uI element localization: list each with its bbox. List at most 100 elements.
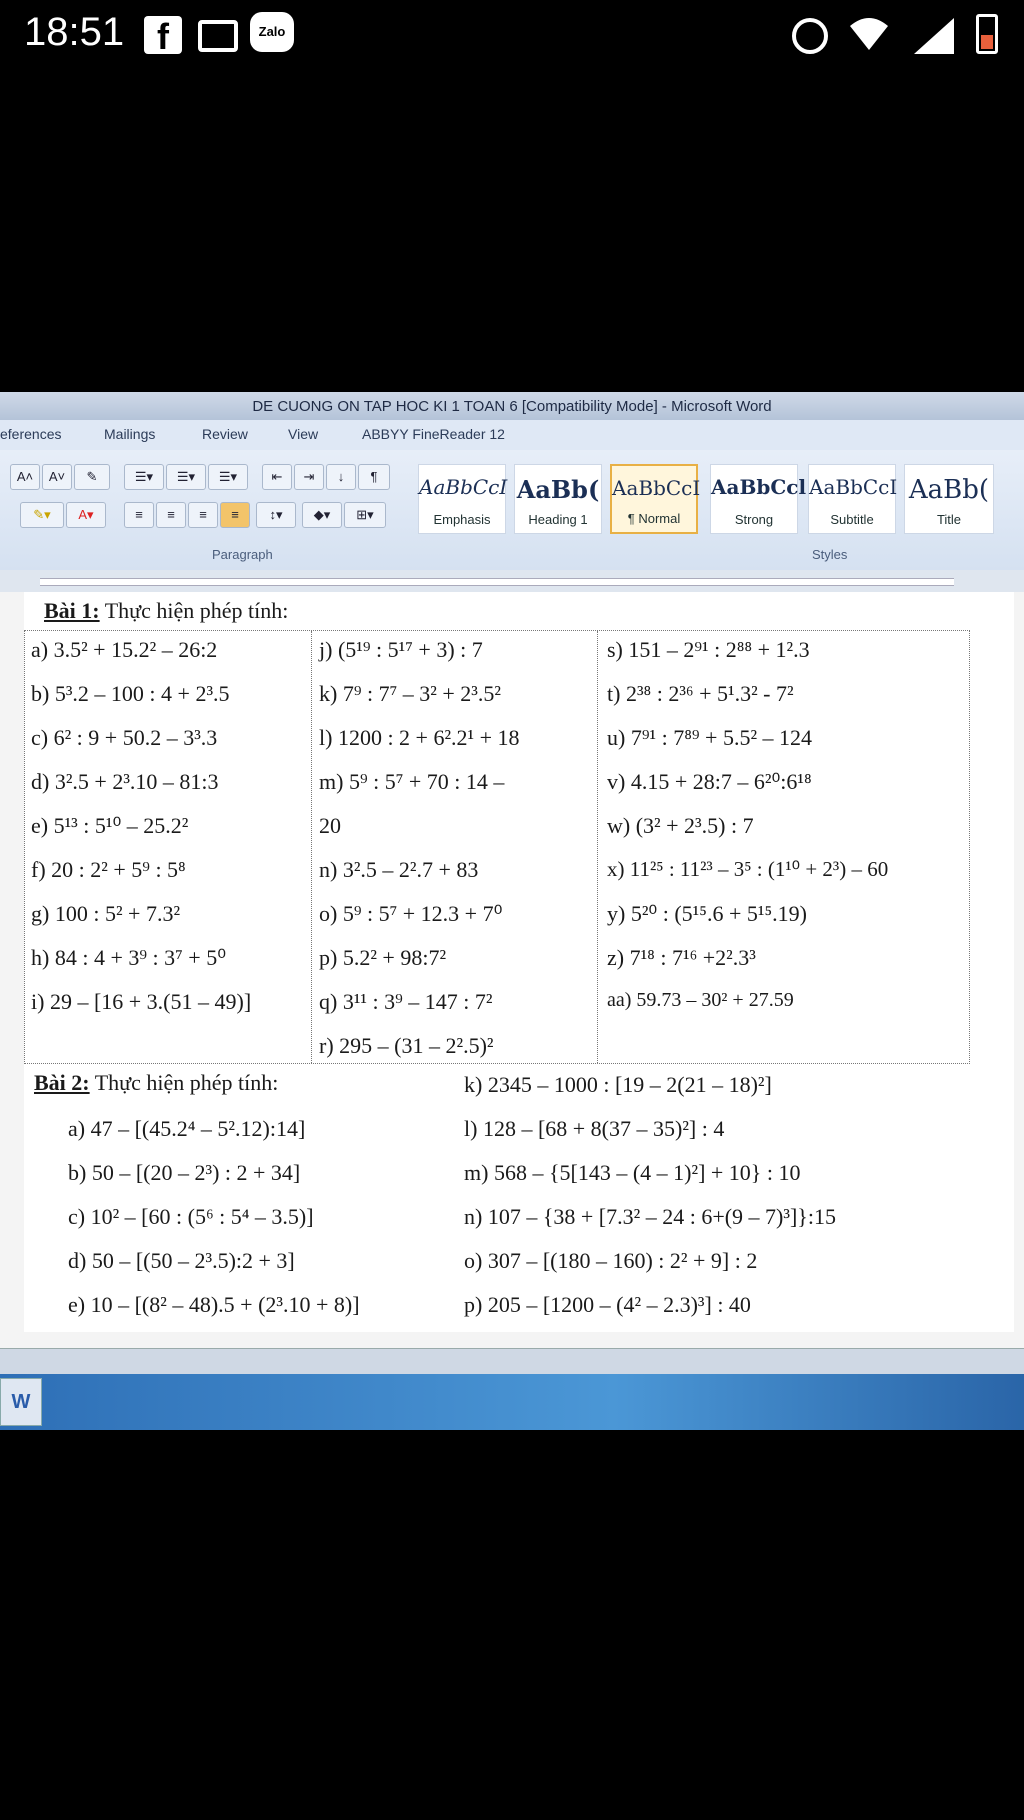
paragraph-group-label: Paragraph: [212, 547, 273, 562]
exercise-item: c) 6² : 9 + 50.2 – 3³.3: [31, 725, 218, 750]
exercise-item: s) 151 – 2⁹¹ : 2⁸⁸ + 1².3: [607, 637, 810, 662]
bai1-heading: Bài 1: Thực hiện phép tính:: [44, 598, 288, 624]
justify-icon[interactable]: ≡: [220, 502, 250, 528]
exercise-item: e) 10 – [(8² – 48).5 + (2³.10 + 8)]: [68, 1292, 360, 1317]
bullets-icon[interactable]: ☰▾: [124, 464, 164, 490]
exercise-item: c) 10² – [60 : (5⁶ : 5⁴ – 3.5)]: [68, 1204, 314, 1229]
multilevel-list-icon[interactable]: ☰▾: [208, 464, 248, 490]
exercise-item: u) 7⁹¹ : 7⁸⁹ + 5.5² – 124: [607, 725, 813, 750]
style-sample: AaBbCcI: [612, 476, 701, 500]
exercise-item: p) 5.2² + 98:7²: [319, 945, 447, 970]
wifi-icon: [850, 18, 888, 50]
word-taskbar-icon[interactable]: W: [0, 1378, 42, 1426]
tab-references[interactable]: eferences: [0, 426, 61, 442]
ribbon: A˄ A˅ ✎ ✎▾ A▾ ☰▾ ☰▾ ☰▾ ⇤ ⇥ ↓ ¶ ≡ ≡ ≡ ≡ ↕…: [0, 450, 1024, 570]
exercise-item: p) 205 – [1200 – (4² – 2.3)³] : 40: [464, 1292, 751, 1317]
exercise-item: o) 307 – [(180 – 160) : 2² + 9] : 2: [464, 1248, 758, 1273]
highlight-icon[interactable]: ✎▾: [20, 502, 64, 528]
bai1-table: a) 3.5² + 15.2² – 26:2 b) 5³.2 – 100 : 4…: [24, 630, 970, 1064]
exercise-item: v) 4.15 + 28:7 – 6²⁰:6¹⁸: [607, 769, 812, 794]
exercise-item: w) (3² + 2³.5) : 7: [607, 813, 754, 838]
exercise-item: o) 5⁹ : 5⁷ + 12.3 + 7⁰: [319, 901, 503, 926]
style-sample: AaBb(: [516, 475, 600, 504]
exercise-item: l) 128 – [68 + 8(37 – 35)²] : 4: [464, 1116, 725, 1141]
bai1-column-3: s) 151 – 2⁹¹ : 2⁸⁸ + 1².3 t) 2³⁸ : 2³⁶ +…: [597, 631, 969, 1063]
exercise-item: d) 3².5 + 2³.10 – 81:3: [31, 769, 219, 794]
style-name: Heading 1: [528, 512, 588, 527]
style-strong[interactable]: AaBbCcl Strong: [710, 464, 807, 534]
document-page: Bài 1: Thực hiện phép tính: a) 3.5² + 15…: [24, 592, 1014, 1332]
exercise-item: i) 29 – [16 + 3.(51 – 49)]: [31, 989, 252, 1014]
exercise-item: q) 3¹¹ : 3⁹ – 147 : 7²: [319, 989, 493, 1014]
style-name: ¶ Normal: [627, 511, 681, 526]
style-subtitle[interactable]: AaBbCcI Subtitle: [808, 464, 898, 534]
exercise-item: l) 1200 : 2 + 6².2¹ + 18: [319, 725, 520, 750]
bai1-column-1: a) 3.5² + 15.2² – 26:2 b) 5³.2 – 100 : 4…: [25, 631, 312, 1063]
windows-taskbar: W: [0, 1374, 1024, 1430]
exercise-item: 20: [319, 813, 341, 838]
horizontal-scrollbar[interactable]: [0, 1348, 1024, 1375]
bai2-label: Bài 2:: [34, 1070, 90, 1095]
exercise-item: f) 20 : 2² + 5⁹ : 5⁸: [31, 857, 186, 882]
style-name: Emphasis: [433, 512, 491, 527]
exercise-item: m) 568 – {5[143 – (4 – 1)²] + 10} : 10: [464, 1160, 801, 1185]
tab-abbyy[interactable]: ABBYY FineReader 12: [362, 426, 505, 442]
style-sample: AaBbCcl: [711, 475, 807, 499]
numbering-icon[interactable]: ☰▾: [166, 464, 206, 490]
exercise-item: g) 100 : 5² + 7.3²: [31, 901, 181, 926]
zalo-icon: Zalo: [250, 12, 294, 52]
style-sample: AaBb(: [908, 475, 990, 505]
tab-mailings[interactable]: Mailings: [104, 426, 155, 442]
exercise-item: k) 2345 – 1000 : [19 – 2(21 – 18)²]: [464, 1072, 772, 1097]
exercise-item: e) 5¹³ : 5¹⁰ – 25.2²: [31, 813, 189, 838]
font-color-icon[interactable]: A▾: [66, 502, 106, 528]
align-left-icon[interactable]: ≡: [124, 502, 154, 528]
exercise-item: h) 84 : 4 + 3⁹ : 3⁷ + 5⁰: [31, 945, 227, 970]
style-heading-1[interactable]: AaBb( Heading 1: [514, 464, 602, 534]
ruler: [0, 570, 1024, 592]
exercise-item: k) 7⁹ : 7⁷ – 3² + 2³.5²: [319, 681, 501, 706]
exercise-item: z) 7¹⁸ : 7¹⁶ +2².3³: [607, 945, 756, 970]
exercise-item: a) 3.5² + 15.2² – 26:2: [31, 637, 218, 662]
signal-icon: [914, 18, 954, 54]
style-title[interactable]: AaBb( Title: [904, 464, 994, 534]
exercise-item: d) 50 – [(50 – 2³.5):2 + 3]: [68, 1248, 295, 1273]
status-bar: 18:51 f Zalo: [0, 0, 1024, 72]
exercise-item: t) 2³⁸ : 2³⁶ + 5¹.3² - 7²: [607, 681, 794, 706]
bai1-label: Bài 1:: [44, 598, 100, 623]
clear-format-icon[interactable]: ✎: [74, 464, 110, 490]
style-sample: AaBbCcI: [419, 475, 508, 499]
grow-font-icon[interactable]: A˄: [10, 464, 40, 490]
style-emphasis[interactable]: AaBbCcI Emphasis: [418, 464, 508, 534]
styles-group-label: Styles: [812, 547, 848, 562]
bai2-instruction: Thực hiện phép tính:: [89, 1070, 279, 1095]
battery-icon: [976, 14, 998, 54]
style-normal[interactable]: AaBbCcI ¶ Normal: [610, 464, 701, 534]
decrease-indent-icon[interactable]: ⇤: [262, 464, 292, 490]
alarm-icon: [792, 18, 828, 54]
align-center-icon[interactable]: ≡: [156, 502, 186, 528]
exercise-item: n) 3².5 – 2².7 + 83: [319, 857, 479, 882]
gmail-icon: [198, 20, 238, 52]
show-marks-icon[interactable]: ¶: [358, 464, 390, 490]
line-spacing-icon[interactable]: ↕▾: [256, 502, 296, 528]
tab-view[interactable]: View: [288, 426, 318, 442]
exercise-item: m) 5⁹ : 5⁷ + 70 : 14 –: [319, 769, 505, 794]
shrink-font-icon[interactable]: A˅: [42, 464, 72, 490]
bai1-column-2: j) (5¹⁹ : 5¹⁷ + 3) : 7 k) 7⁹ : 7⁷ – 3² +…: [311, 631, 598, 1063]
shading-icon[interactable]: ◆▾: [302, 502, 342, 528]
align-right-icon[interactable]: ≡: [188, 502, 218, 528]
tab-review[interactable]: Review: [202, 426, 248, 442]
borders-icon[interactable]: ⊞▾: [344, 502, 386, 528]
sort-icon[interactable]: ↓: [326, 464, 356, 490]
style-name: Strong: [734, 512, 774, 527]
increase-indent-icon[interactable]: ⇥: [294, 464, 324, 490]
exercise-item: aa) 59.73 – 30² + 27.59: [607, 989, 794, 1011]
bai2-heading: Bài 2: Thực hiện phép tính:: [34, 1070, 278, 1096]
style-name: Title: [936, 512, 962, 527]
style-sample: AaBbCcI: [809, 475, 898, 499]
exercise-item: b) 50 – [(20 – 2³) : 2 + 34]: [68, 1160, 301, 1185]
exercise-item: n) 107 – {38 + [7.3² – 24 : 6+(9 – 7)³]}…: [464, 1204, 836, 1229]
exercise-item: b) 5³.2 – 100 : 4 + 2³.5: [31, 681, 230, 706]
exercise-item: r) 295 – (31 – 2².5)²: [319, 1033, 494, 1058]
